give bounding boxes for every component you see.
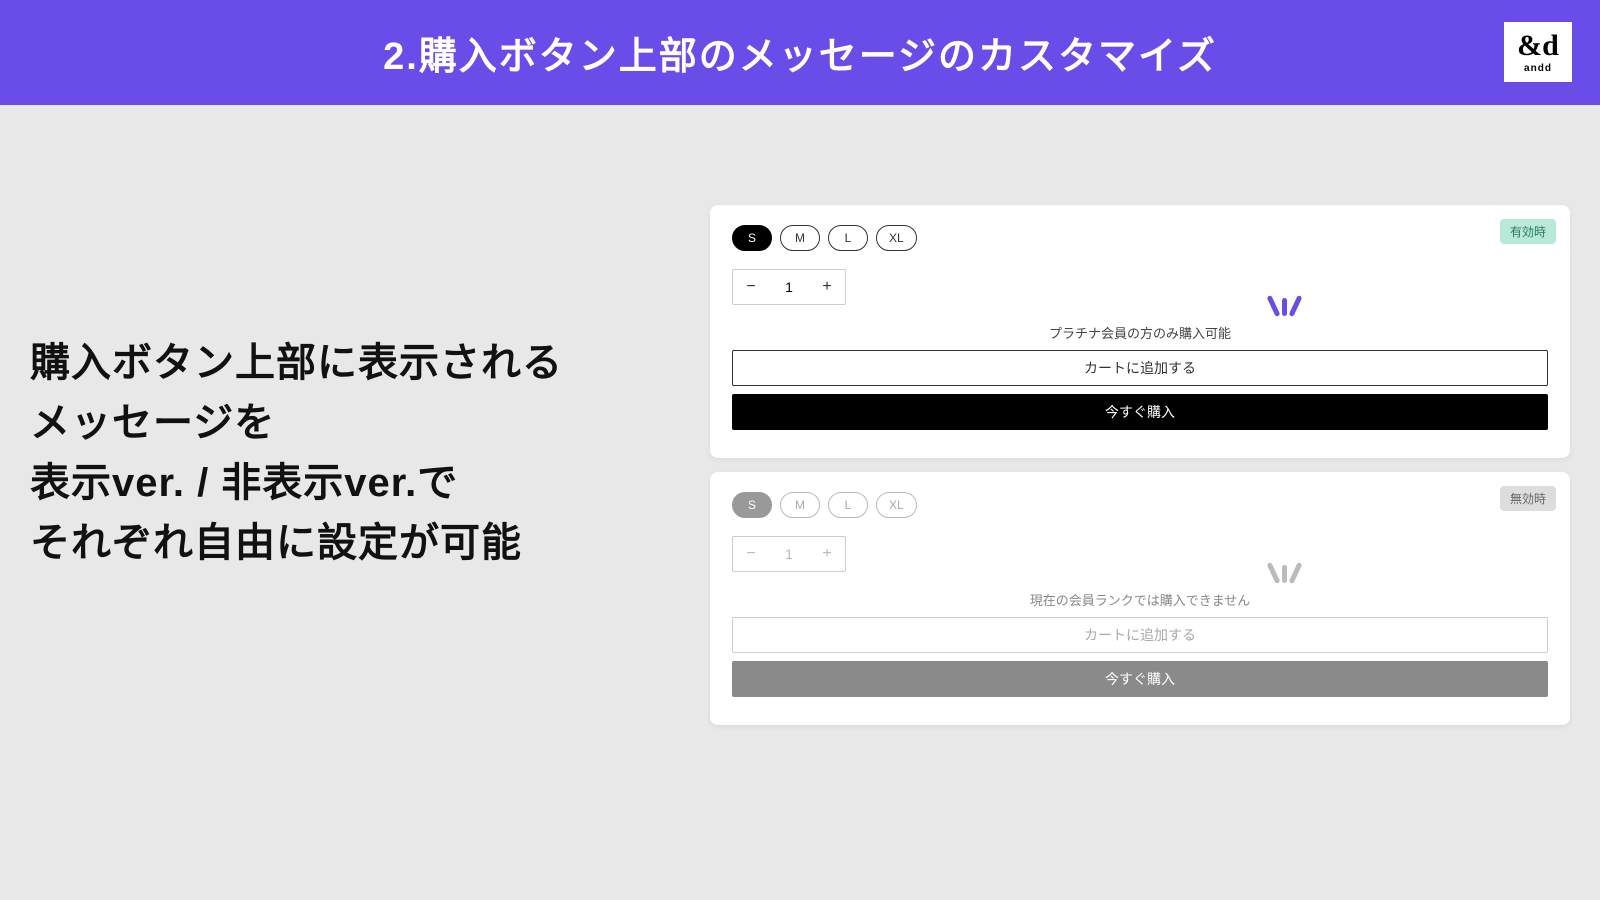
status-badge-disabled: 無効時	[1500, 486, 1556, 511]
size-option-s[interactable]: S	[732, 225, 772, 251]
size-option-m[interactable]: M	[780, 225, 820, 251]
desc-line-3: 表示ver. / 非表示ver.で	[30, 453, 670, 513]
desc-line-4: それぞれ自由に設定が可能	[30, 513, 670, 573]
brand-logo: &d andd	[1504, 22, 1572, 82]
quantity-stepper: − 1 +	[732, 536, 846, 572]
message-wrap: プラチナ会員の方のみ購入可能	[732, 323, 1548, 342]
desc-line-2: メッセージを	[30, 393, 670, 453]
qty-decrease-button[interactable]: −	[733, 537, 769, 571]
size-option-s[interactable]: S	[732, 492, 772, 518]
header-title: 2.購入ボタン上部のメッセージのカスタマイズ	[383, 25, 1217, 80]
size-option-l[interactable]: L	[828, 492, 868, 518]
add-to-cart-button[interactable]: カートに追加する	[732, 617, 1548, 653]
status-badge-enabled: 有効時	[1500, 219, 1556, 244]
buy-now-button[interactable]: 今すぐ購入	[732, 394, 1548, 430]
size-option-xl[interactable]: XL	[876, 492, 917, 518]
description-text: 購入ボタン上部に表示される メッセージを 表示ver. / 非表示ver.で そ…	[30, 205, 670, 725]
quantity-row: − 1 +	[732, 536, 1548, 572]
purchase-message: 現在の会員ランクでは購入できません	[732, 590, 1548, 609]
logo-main: &d	[1517, 31, 1559, 61]
accent-marks-icon	[1271, 295, 1298, 317]
logo-sub: andd	[1524, 63, 1552, 74]
size-selector: S M L XL	[732, 492, 1548, 518]
accent-marks-icon	[1271, 562, 1298, 584]
size-option-xl[interactable]: XL	[876, 225, 917, 251]
desc-line-1: 購入ボタン上部に表示される	[30, 333, 670, 393]
qty-increase-button[interactable]: +	[809, 270, 845, 304]
quantity-row: − 1 +	[732, 269, 1548, 305]
example-card-enabled: 有効時 S M L XL − 1 + プラチナ会員の方のみ購入可能 カートに追加…	[710, 205, 1570, 458]
size-option-m[interactable]: M	[780, 492, 820, 518]
quantity-stepper: − 1 +	[732, 269, 846, 305]
examples-panel: 有効時 S M L XL − 1 + プラチナ会員の方のみ購入可能 カートに追加…	[710, 205, 1570, 725]
buy-now-button[interactable]: 今すぐ購入	[732, 661, 1548, 697]
add-to-cart-button[interactable]: カートに追加する	[732, 350, 1548, 386]
qty-decrease-button[interactable]: −	[733, 270, 769, 304]
qty-value: 1	[769, 279, 809, 295]
message-wrap: 現在の会員ランクでは購入できません	[732, 590, 1548, 609]
size-selector: S M L XL	[732, 225, 1548, 251]
qty-value: 1	[769, 546, 809, 562]
qty-increase-button[interactable]: +	[809, 537, 845, 571]
content-area: 購入ボタン上部に表示される メッセージを 表示ver. / 非表示ver.で そ…	[0, 105, 1600, 725]
example-card-disabled: 無効時 S M L XL − 1 + 現在の会員ランクでは購入できません カート…	[710, 472, 1570, 725]
purchase-message: プラチナ会員の方のみ購入可能	[732, 323, 1548, 342]
page-header: 2.購入ボタン上部のメッセージのカスタマイズ &d andd	[0, 0, 1600, 105]
size-option-l[interactable]: L	[828, 225, 868, 251]
